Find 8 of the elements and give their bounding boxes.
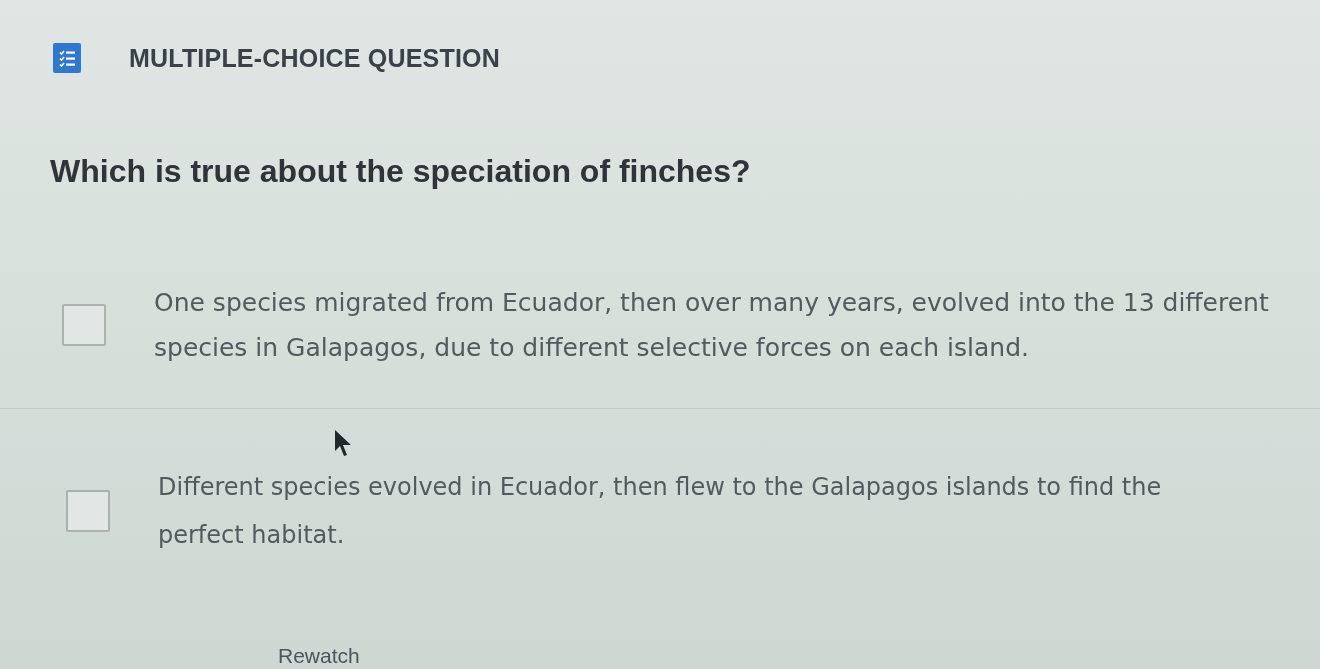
- checkbox[interactable]: [62, 304, 106, 346]
- checklist-icon: [53, 43, 81, 73]
- rewatch-link[interactable]: Rewatch: [278, 645, 360, 667]
- question-type-title: MULTIPLE-CHOICE QUESTION: [129, 43, 500, 73]
- question-text: Which is true about the speciation of finches?: [50, 152, 751, 190]
- checkbox[interactable]: [66, 490, 110, 532]
- answer-option-text: One species migrated from Ecuador, then over many years, evolved into the 13 different species in Galapagos, due to different selective forces on each island.: [154, 287, 1270, 364]
- answer-option-text: Different species evolved in Ecuador, then flew to the Galapagos islands to find the perfect habitat.: [158, 472, 1163, 551]
